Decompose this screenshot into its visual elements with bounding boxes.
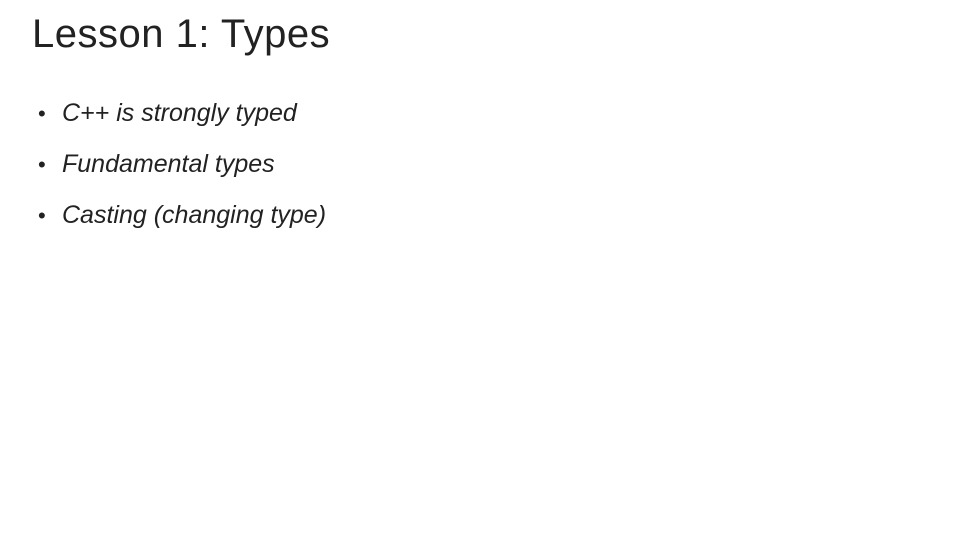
bullet-text: Casting (changing type) [62,201,928,230]
bullet-list: • C++ is strongly typed • Fundamental ty… [32,99,928,230]
bullet-icon: • [38,203,62,229]
list-item: • Casting (changing type) [38,201,928,230]
list-item: • Fundamental types [38,150,928,179]
list-item: • C++ is strongly typed [38,99,928,128]
slide-title: Lesson 1: Types [32,12,928,57]
bullet-icon: • [38,152,62,178]
bullet-icon: • [38,101,62,127]
bullet-text: C++ is strongly typed [62,99,928,128]
bullet-text: Fundamental types [62,150,928,179]
